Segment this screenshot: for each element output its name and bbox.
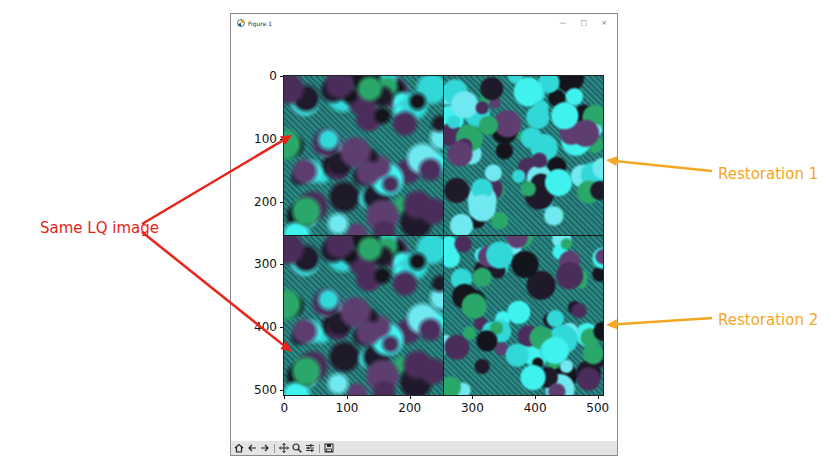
maximize-button[interactable]: □ [581,19,588,27]
y-tick-label: 300 [254,257,277,271]
x-tick-label: 0 [280,401,288,415]
x-tick-mark [472,395,473,399]
annotation-arrow [142,232,292,352]
annotation-arrow [142,135,292,224]
pan-icon[interactable] [279,443,289,453]
title-bar: Figure 1 — □ × [231,14,617,32]
annotation-label: Restoration 2 [718,311,818,329]
image-axes[interactable]: 01002003004005000100200300400500 [283,75,604,396]
minimize-button[interactable]: — [560,19,567,27]
toolbar-separator [319,444,320,453]
restoration-1-panel [444,76,603,235]
save-icon[interactable] [324,443,334,453]
x-tick-mark [410,395,411,399]
home-icon[interactable] [234,443,244,453]
matplotlib-icon [237,19,245,27]
x-tick-label: 400 [524,401,547,415]
annotation-arrow [606,156,712,171]
back-icon[interactable] [247,443,257,453]
y-tick-label: 400 [254,320,277,334]
y-tick-mark [280,202,284,203]
x-tick-label: 200 [398,401,421,415]
x-tick-label: 100 [336,401,359,415]
toolbar-separator [274,444,275,453]
y-tick-mark [280,327,284,328]
y-tick-mark [280,390,284,391]
y-tick-label: 500 [254,383,277,397]
x-tick-label: 300 [461,401,484,415]
x-tick-mark [535,395,536,399]
window-title: Figure 1 [248,20,272,27]
restoration-2-panel [444,236,603,395]
y-tick-mark [280,139,284,140]
x-tick-label: 500 [586,401,609,415]
annotation-arrow [606,318,712,329]
figure-window: Figure 1 —□× 010020030040050001002003004… [230,13,618,456]
x-tick-mark [598,395,599,399]
y-tick-label: 200 [254,195,277,209]
configure-subplots-icon[interactable] [305,443,315,453]
forward-icon[interactable] [260,443,270,453]
annotation-label: Restoration 1 [718,165,818,183]
lq-image-panel [284,76,443,235]
x-tick-mark [347,395,348,399]
lq-image-panel [284,236,443,395]
annotation-label: Same LQ image [40,219,159,237]
x-tick-mark [284,395,285,399]
y-tick-label: 0 [269,69,277,83]
zoom-icon[interactable] [292,443,302,453]
y-tick-mark [280,264,284,265]
close-button[interactable]: × [601,19,607,27]
figure-canvas: 01002003004005000100200300400500 [231,32,617,441]
y-tick-label: 100 [254,132,277,146]
toolbar [231,441,617,455]
y-tick-mark [280,76,284,77]
